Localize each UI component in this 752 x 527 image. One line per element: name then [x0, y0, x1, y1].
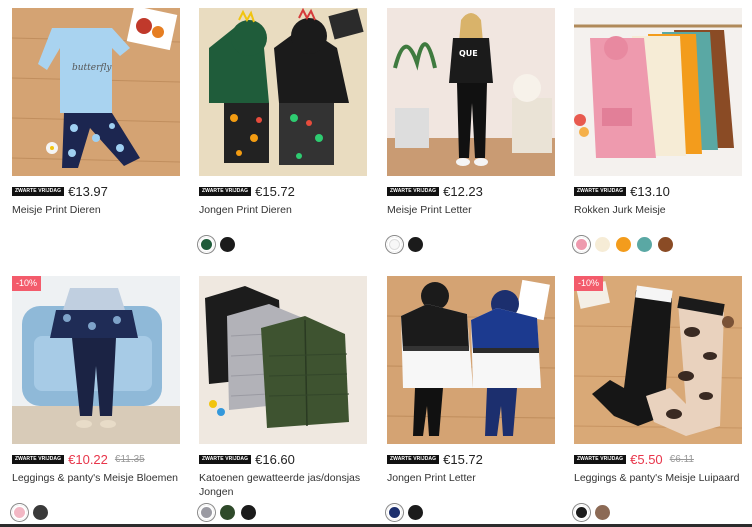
- color-swatches: [199, 505, 262, 520]
- black-friday-badge: ZWARTE VRIJDAG: [574, 454, 627, 464]
- product-price: €15.72: [443, 451, 483, 467]
- swatch-color: [241, 505, 256, 520]
- color-swatch[interactable]: [241, 505, 256, 520]
- black-friday-badge: ZWARTE VRIJDAG: [574, 186, 627, 196]
- color-swatch[interactable]: [12, 505, 27, 520]
- product-name[interactable]: Jongen Print Dieren: [199, 203, 367, 217]
- discount-badge: -10%: [574, 276, 604, 291]
- color-swatches: [574, 237, 679, 252]
- color-swatch[interactable]: [220, 237, 235, 252]
- color-swatch[interactable]: [595, 505, 610, 520]
- color-swatch[interactable]: [408, 237, 423, 252]
- swatch-color: [33, 505, 48, 520]
- product-name[interactable]: Meisje Print Letter: [387, 203, 555, 217]
- black-friday-badge: ZWARTE VRIJDAG: [199, 186, 252, 196]
- product-name[interactable]: Meisje Print Dieren: [12, 203, 180, 217]
- black-friday-badge: ZWARTE VRIJDAG: [387, 186, 440, 196]
- color-swatch[interactable]: [616, 237, 631, 252]
- product-price: €5.50: [630, 451, 663, 467]
- product-card[interactable]: ZWARTE VRIJDAG €16.60 Katoenen gewatteer…: [199, 276, 367, 520]
- swatch-color: [658, 237, 673, 252]
- product-card[interactable]: -10% ZWARTE VRIJDAG €10.22 €11.35 Leggin…: [12, 276, 180, 520]
- swatch-color: [201, 239, 212, 250]
- black-friday-badge: ZWARTE VRIJDAG: [387, 454, 440, 464]
- color-swatch[interactable]: [658, 237, 673, 252]
- swatch-color: [595, 237, 610, 252]
- swatch-color: [616, 237, 631, 252]
- color-swatch[interactable]: [574, 237, 589, 252]
- product-image[interactable]: -10%: [574, 276, 742, 444]
- swatch-color: [408, 237, 423, 252]
- svg-text:butterfly: butterfly: [72, 63, 112, 73]
- color-swatch[interactable]: [637, 237, 652, 252]
- product-price: €15.72: [255, 183, 295, 199]
- product-image[interactable]: QUE: [387, 8, 555, 176]
- discount-badge: -10%: [12, 276, 42, 291]
- original-price: €6.11: [669, 453, 694, 465]
- product-grid: butterfly ZWARTE VRIJDAG €13.97 Meisje P…: [0, 0, 752, 527]
- product-card[interactable]: ZWARTE VRIJDAG €15.72 Jongen Print Lette…: [387, 276, 555, 520]
- product-image[interactable]: -10%: [12, 276, 180, 444]
- product-name[interactable]: Rokken Jurk Meisje: [574, 203, 742, 217]
- product-card[interactable]: butterfly ZWARTE VRIJDAG €13.97 Meisje P…: [12, 8, 180, 216]
- product-card[interactable]: ZWARTE VRIJDAG €15.72 Jongen Print Diere…: [199, 8, 367, 252]
- product-card[interactable]: QUE ZWARTE VRIJDAG €12.23 Meisje Print L…: [387, 8, 555, 252]
- swatch-color: [389, 507, 400, 518]
- color-swatch[interactable]: [387, 505, 402, 520]
- swatch-color: [637, 237, 652, 252]
- product-image[interactable]: butterfly: [12, 8, 180, 176]
- product-price: €10.22: [68, 451, 108, 467]
- swatch-color: [576, 507, 587, 518]
- swatch-color: [576, 239, 587, 250]
- product-price: €16.60: [255, 451, 295, 467]
- color-swatch[interactable]: [595, 237, 610, 252]
- product-image[interactable]: [199, 276, 367, 444]
- color-swatch[interactable]: [199, 237, 214, 252]
- swatch-color: [220, 505, 235, 520]
- black-friday-badge: ZWARTE VRIJDAG: [12, 186, 65, 196]
- product-card[interactable]: -10% ZWARTE VRIJDAG €5.50 €6.11 Leggings…: [574, 276, 742, 520]
- color-swatches: [12, 505, 54, 520]
- swatch-color: [595, 505, 610, 520]
- black-friday-badge: ZWARTE VRIJDAG: [12, 454, 65, 464]
- original-price: €11.35: [114, 453, 145, 465]
- svg-text:QUE: QUE: [459, 49, 478, 58]
- black-friday-badge: ZWARTE VRIJDAG: [199, 454, 252, 464]
- swatch-color: [14, 507, 25, 518]
- swatch-color: [201, 507, 212, 518]
- swatch-color: [220, 237, 235, 252]
- product-image[interactable]: [199, 8, 367, 176]
- color-swatches: [387, 237, 429, 252]
- color-swatch[interactable]: [199, 505, 214, 520]
- color-swatch[interactable]: [387, 237, 402, 252]
- product-name[interactable]: Katoenen gewatteerde jas/donsjas Jongen: [199, 471, 367, 499]
- product-name[interactable]: Leggings & panty's Meisje Luipaard: [574, 471, 742, 485]
- color-swatch[interactable]: [574, 505, 589, 520]
- product-price: €13.10: [630, 183, 670, 199]
- color-swatches: [199, 237, 241, 252]
- product-price: €13.97: [68, 183, 108, 199]
- color-swatches: [574, 505, 616, 520]
- swatch-color: [408, 505, 423, 520]
- color-swatch[interactable]: [33, 505, 48, 520]
- product-card[interactable]: ZWARTE VRIJDAG €13.10 Rokken Jurk Meisje: [574, 8, 742, 252]
- color-swatch[interactable]: [408, 505, 423, 520]
- color-swatch[interactable]: [220, 505, 235, 520]
- color-swatches: [387, 505, 429, 520]
- product-price: €12.23: [443, 183, 483, 199]
- product-image[interactable]: [574, 8, 742, 176]
- product-name[interactable]: Jongen Print Letter: [387, 471, 555, 485]
- product-image[interactable]: [387, 276, 555, 444]
- swatch-color: [389, 239, 400, 250]
- product-name[interactable]: Leggings & panty's Meisje Bloemen: [12, 471, 180, 485]
